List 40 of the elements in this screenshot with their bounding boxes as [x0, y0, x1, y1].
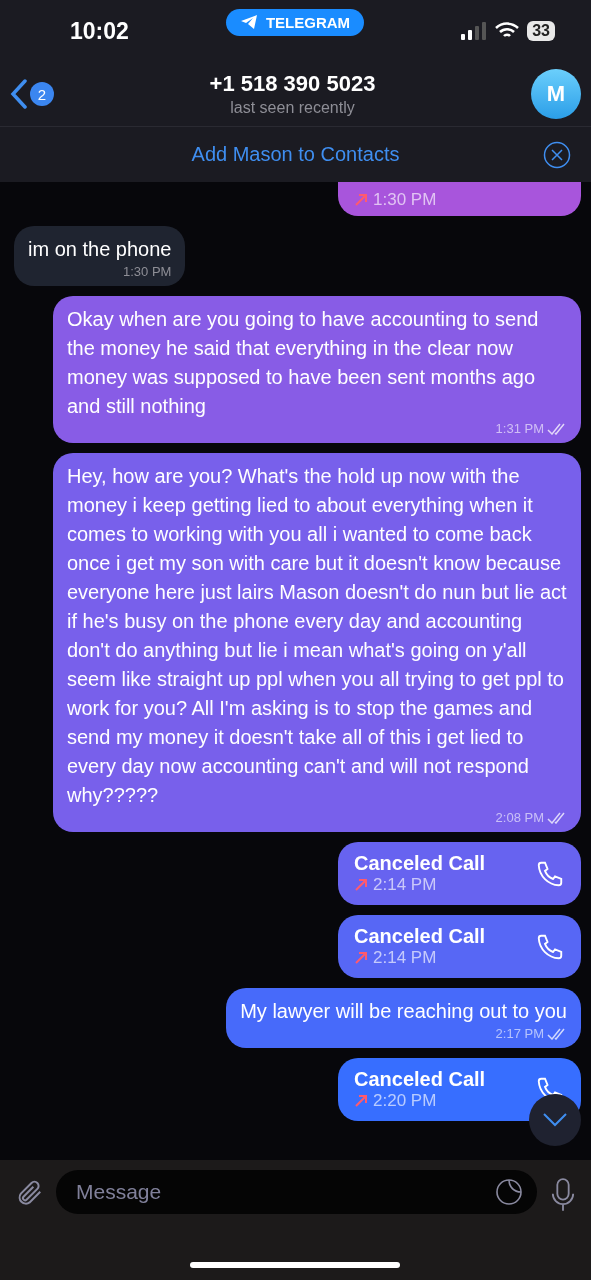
chevron-down-icon [542, 1112, 568, 1128]
message-time: 2:08 PM [495, 810, 544, 826]
close-icon [543, 140, 571, 169]
battery-level: 33 [527, 21, 555, 41]
paper-plane-icon [239, 14, 258, 30]
last-seen-status: last seen recently [230, 99, 355, 117]
microphone-icon [549, 1178, 577, 1212]
microphone-button[interactable] [549, 1178, 577, 1212]
message-text: My lawyer will be reaching out to you [240, 999, 567, 1024]
outgoing-arrow-icon [354, 193, 368, 207]
outgoing-arrow-icon [354, 951, 368, 965]
message-time: 2:17 PM [495, 1026, 544, 1042]
scroll-down-button[interactable] [529, 1094, 581, 1146]
back-chevron-icon [10, 79, 28, 109]
call-title: Canceled Call [354, 1068, 486, 1091]
status-time: 10:02 [70, 17, 129, 45]
call-time: 2:20 PM [373, 1091, 437, 1111]
call-time: 2:14 PM [373, 948, 437, 968]
outgoing-arrow-icon [354, 1094, 368, 1108]
add-contact-link[interactable]: Add Mason to Contacts [191, 143, 400, 166]
call-time: 1:30 PM [373, 190, 437, 210]
chat-title: +1 518 390 5023 [209, 71, 376, 97]
close-button[interactable] [543, 140, 571, 169]
message-text: Okay when are you going to have accounting to send the money he said that everything in the clear now money was supposed to have been sent months ago and still nothing [67, 307, 540, 419]
message-input[interactable]: Message [74, 1179, 495, 1205]
call-title: Canceled Call [354, 925, 486, 948]
call-time: 2:14 PM [373, 875, 437, 895]
back-button[interactable]: 2 [10, 79, 54, 109]
message-text: im on the phone [28, 237, 172, 262]
signal-icon [461, 22, 488, 40]
message-time: 1:30 PM [123, 264, 172, 280]
unread-badge: 2 [30, 82, 54, 106]
app-pill[interactable]: TELEGRAM [225, 8, 365, 36]
contact-avatar[interactable]: M [531, 69, 581, 119]
message-time: 1:31 PM [495, 421, 544, 437]
sticker-icon[interactable] [495, 1178, 523, 1206]
call-title: Canceled Call [354, 852, 486, 875]
message-text: Hey, how are you? What's the hold up now with the money i keep getting lied to about everything when it comes to working with you all i wanted to come back once i get my son with care but it doesn't know because everyone here just lairs Mason doesn't do nun but lie act if he's busy on the phone every day and accounting don't do anything but lie i mean what's going on y'all seem like straight up ppl when you all trying to get ppl to work for you? All I'm asking is to stop the games and send my money it doesn't take all of this i get lied to every day now accounting can't and will not respond why????? [67, 464, 567, 808]
outgoing-arrow-icon [354, 878, 368, 892]
message-field[interactable]: Message [56, 1170, 537, 1214]
